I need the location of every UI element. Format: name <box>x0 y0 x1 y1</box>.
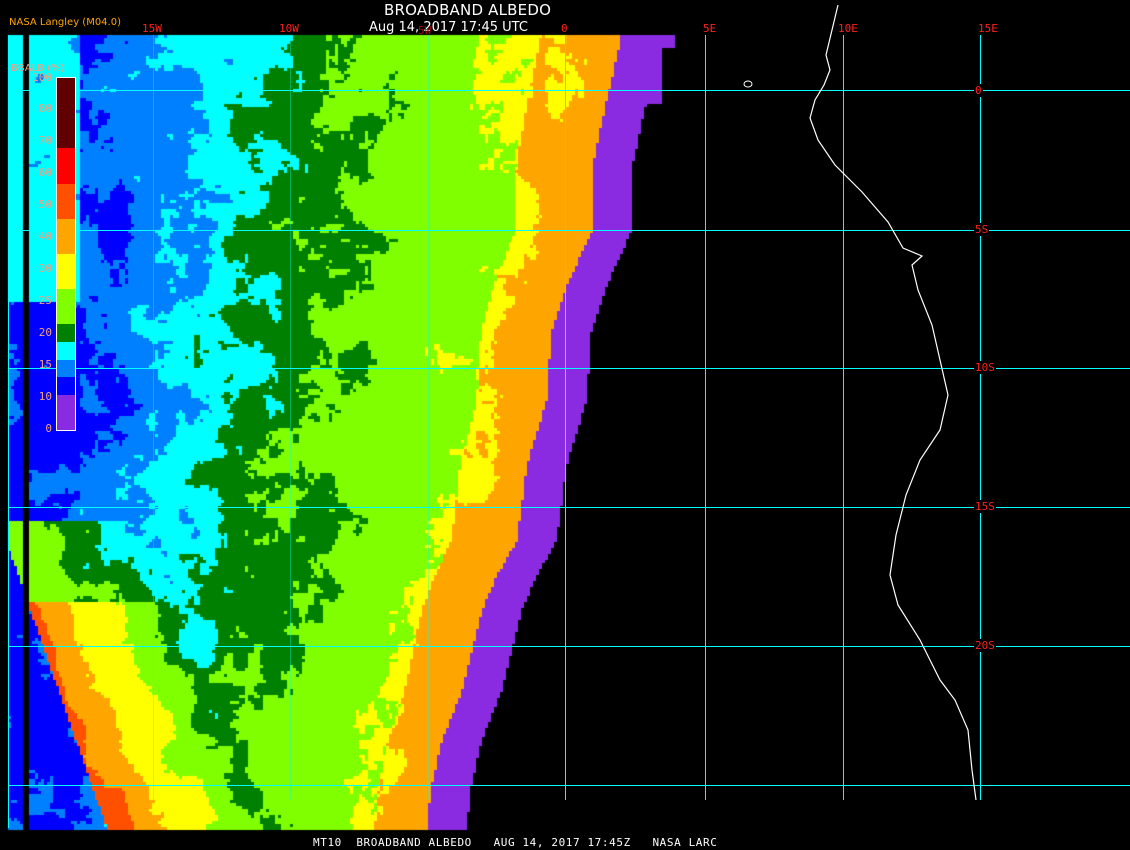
legend-swatch <box>57 254 75 290</box>
lon-label-5e: 5E <box>703 22 717 35</box>
lon-label-5w: 5W <box>418 24 432 37</box>
lat-label-10s: 10S <box>974 361 996 374</box>
albedo-map-view: BROADBAND ALBEDO Aug 14, 2017 17:45 UTC … <box>0 0 1130 850</box>
lon-label-0: 0 <box>561 22 568 35</box>
lat-label-15s: 15S <box>974 500 996 513</box>
lon-label-15w: 15W <box>142 22 162 35</box>
legend-tick-label: 20 <box>38 326 52 339</box>
legend-swatch <box>57 183 75 219</box>
lon-label-15e: 15E <box>978 22 998 35</box>
legend-swatch <box>57 342 75 360</box>
legend-tick-label: 30 <box>38 262 52 275</box>
lon-label-10e: 10E <box>838 22 858 35</box>
lon-label-10w: 10W <box>279 22 299 35</box>
legend-swatch <box>57 148 75 184</box>
credit-label: NASA Langley (M04.0) <box>9 17 121 28</box>
footer-caption: MT10 BROADBAND ALBEDO AUG 14, 2017 17:45… <box>313 836 718 849</box>
map-title: BROADBAND ALBEDO <box>384 1 552 19</box>
legend-tick-label: 50 <box>38 198 52 211</box>
legend-tick-label: 60 <box>38 166 52 179</box>
legend-tick-label: 100 <box>32 71 52 84</box>
legend-tick-label: 70 <box>38 134 52 147</box>
map-overlay <box>8 4 1130 828</box>
legend-swatch <box>57 377 75 395</box>
legend-swatch <box>57 78 75 149</box>
lat-label-5s: 5S <box>974 223 990 236</box>
legend-swatch <box>57 289 75 325</box>
map-timestamp: Aug 14, 2017 17:45 UTC <box>369 20 528 35</box>
legend-swatch <box>57 359 75 378</box>
legend-swatch <box>57 324 75 343</box>
legend-tick-label: 10 <box>38 390 52 403</box>
legend-tick-label: 25 <box>38 294 52 307</box>
legend-tick-label: 40 <box>38 230 52 243</box>
legend-swatch <box>57 218 75 255</box>
coastline <box>809 4 977 801</box>
island-outline <box>743 80 753 88</box>
legend-colorbar <box>56 77 76 431</box>
lat-label-20s: 20S <box>974 639 996 652</box>
legend-tick-label: 0 <box>45 422 52 435</box>
legend-tick-label: 80 <box>38 102 52 115</box>
legend-swatch <box>57 394 75 430</box>
legend-tick-label: 15 <box>38 358 52 371</box>
lat-label-0: 0 <box>974 84 983 97</box>
